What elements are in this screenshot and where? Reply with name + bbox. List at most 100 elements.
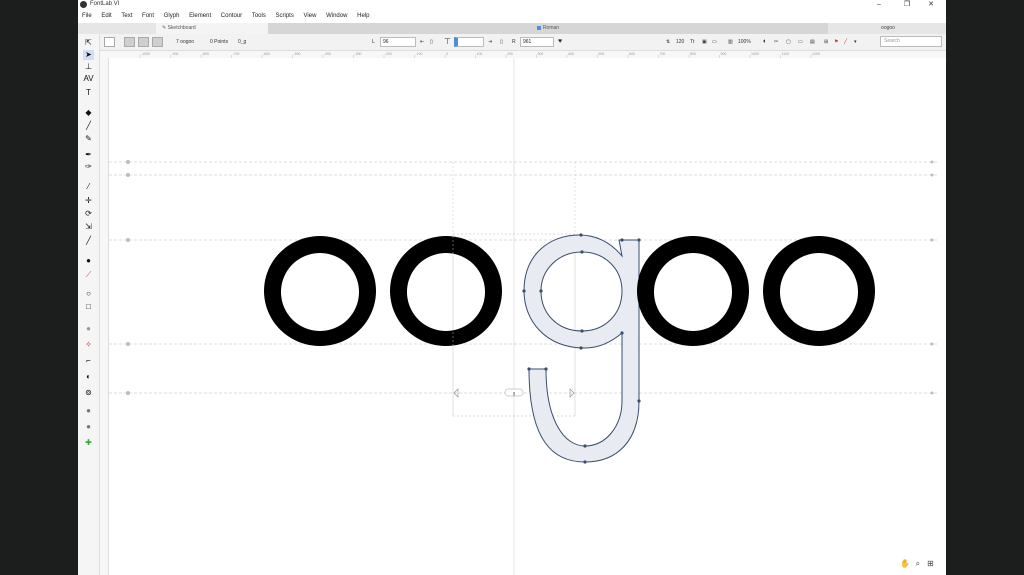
tab-glyph-window[interactable]: oogoo — [830, 23, 946, 34]
node-point[interactable] — [544, 367, 548, 371]
menu-glyph[interactable]: Glyph — [160, 11, 184, 22]
menu-tools[interactable]: Tools — [248, 11, 270, 22]
metrics-lock-icon[interactable]: ▯ — [430, 37, 433, 47]
restore-button[interactable]: ❐ — [896, 0, 918, 10]
stamp-icon[interactable]: ✧ — [83, 340, 94, 350]
tab-font[interactable]: Roman — [268, 23, 828, 34]
node-point[interactable] — [583, 460, 587, 464]
zoom-icon[interactable]: ⌕ — [912, 559, 923, 569]
node-point[interactable] — [637, 238, 641, 242]
menu-window[interactable]: Window — [322, 11, 351, 22]
scissors-icon[interactable]: ✂ — [774, 37, 778, 47]
menu-scripts[interactable]: Scripts — [272, 11, 298, 22]
node-point[interactable] — [539, 289, 543, 293]
glyph-mode-button[interactable] — [138, 37, 149, 47]
menu-help[interactable]: Help — [353, 11, 373, 22]
menu-file[interactable]: File — [78, 11, 96, 22]
lsb-field[interactable]: 96 — [380, 37, 416, 47]
brush-color-icon[interactable]: ╱ — [844, 37, 847, 47]
chevron-down-icon[interactable]: ▾ — [854, 37, 857, 47]
glyph-o-2[interactable] — [390, 236, 503, 346]
metrics-mode-button[interactable] — [152, 37, 163, 47]
node-point[interactable] — [580, 329, 584, 333]
rsb-toggle-icon[interactable]: ▯ — [500, 37, 503, 47]
ruler-toggle-icon[interactable]: ▭ — [712, 37, 717, 47]
ruler-vertical[interactable] — [100, 58, 109, 575]
text-settings-icon[interactable]: Tt — [690, 37, 694, 47]
advance-width-field[interactable] — [454, 37, 484, 47]
kerning-icon[interactable]: AV — [83, 74, 94, 84]
split-view-icon[interactable]: ▭ — [798, 37, 803, 47]
menu-element[interactable]: Element — [185, 11, 215, 22]
tab-sketchboard[interactable]: ✎ Sketchboard — [156, 23, 272, 34]
search-input[interactable]: Search — [880, 36, 942, 47]
rotate-icon[interactable]: ⟳ — [83, 209, 94, 219]
menu-text[interactable]: Text — [117, 11, 136, 22]
ellipse-icon[interactable]: ○ — [83, 289, 94, 299]
menu-font[interactable]: Font — [138, 11, 158, 22]
ruler-tick-label: -700 — [233, 52, 240, 56]
preview-icon[interactable]: ▣ — [702, 37, 707, 47]
node-point[interactable] — [579, 233, 583, 237]
node-point[interactable] — [527, 367, 531, 371]
guide-icon[interactable]: ✛ — [83, 196, 94, 206]
minimize-button[interactable]: – — [868, 0, 890, 10]
text-edit-icon[interactable]: ⊥ — [83, 62, 94, 72]
glyph-canvas[interactable]: g ✋ ⌕ ⊞ — [109, 58, 946, 575]
select-icon[interactable]: ➤ — [83, 50, 94, 60]
flag-icon[interactable]: ⚑ — [834, 37, 838, 47]
contour-select-icon[interactable]: ⇱ — [83, 38, 94, 48]
corner-icon[interactable]: ⌐ — [83, 356, 94, 366]
close-button[interactable]: ✕ — [920, 0, 942, 10]
metrics-link-icon[interactable]: ⇤ — [420, 37, 424, 47]
metrics-align-icon[interactable]: ⇥ — [488, 37, 492, 47]
contrast-icon[interactable]: ◐ — [83, 372, 94, 382]
record-icon[interactable]: ◖ — [762, 37, 766, 47]
node-point[interactable] — [522, 289, 526, 293]
grayscale-icon[interactable]: ● — [83, 324, 94, 334]
hand-icon[interactable]: ✋ — [900, 559, 911, 569]
node-point[interactable] — [637, 399, 641, 403]
fill-icon[interactable]: ● — [83, 256, 94, 266]
components-icon[interactable]: ⊚ — [83, 388, 94, 398]
pen-icon[interactable]: ✒ — [83, 150, 94, 160]
font-size-readout[interactable]: 120 — [676, 37, 684, 47]
menu-view[interactable]: View — [300, 11, 321, 22]
anchor-green-icon[interactable]: ✚ — [83, 438, 94, 448]
circle-tool-icon[interactable]: ● — [83, 406, 94, 416]
text-mode-button[interactable] — [124, 37, 135, 47]
node-point[interactable] — [580, 250, 584, 254]
menu-contour[interactable]: Contour — [217, 11, 246, 22]
rapid-pen-icon[interactable]: ✑ — [83, 162, 94, 172]
glyph-o-1[interactable] — [264, 236, 377, 346]
zoom-chart-icon[interactable]: ▥ — [728, 37, 733, 47]
grid-icon[interactable]: ⊞ — [824, 37, 828, 47]
eraser-icon[interactable]: ◆ — [83, 108, 94, 118]
rsb-field[interactable]: 961 — [520, 37, 554, 47]
node-point[interactable] — [620, 331, 624, 335]
node-point[interactable] — [620, 238, 624, 242]
font-size-icon[interactable]: ⇅ — [666, 37, 670, 47]
glyph-o-3[interactable] — [637, 236, 750, 346]
brush-icon[interactable]: ╱ — [83, 121, 94, 131]
zoom-fit-icon[interactable]: ⊞ — [925, 559, 936, 569]
node-point[interactable] — [579, 346, 583, 350]
panel-toggle-button[interactable] — [104, 37, 115, 47]
rectangle-icon[interactable]: □ — [83, 302, 94, 312]
menu-edit[interactable]: Edit — [97, 11, 115, 22]
node-point[interactable] — [583, 444, 587, 448]
ruler-icon[interactable]: ╱ — [83, 236, 94, 246]
heart-icon[interactable]: ♥ — [558, 37, 562, 47]
glyph-name-readout: 0_g — [238, 39, 247, 45]
zoom-readout[interactable]: 100% — [738, 37, 751, 47]
layers-icon[interactable]: ▤ — [810, 37, 815, 47]
eyedropper-icon[interactable]: ⟋ — [83, 270, 94, 280]
number-tool-icon[interactable]: ● — [83, 422, 94, 432]
glyph-o-4[interactable] — [763, 236, 876, 346]
pencil-icon[interactable]: ✎ — [83, 134, 94, 144]
scale-icon[interactable]: ⇲ — [83, 222, 94, 232]
width-anchor-icon[interactable]: ⊤ — [444, 37, 451, 47]
frame-icon[interactable]: ▢ — [786, 37, 791, 47]
text-icon[interactable]: T — [83, 88, 94, 98]
knife-icon[interactable]: ⁄ — [83, 182, 94, 192]
